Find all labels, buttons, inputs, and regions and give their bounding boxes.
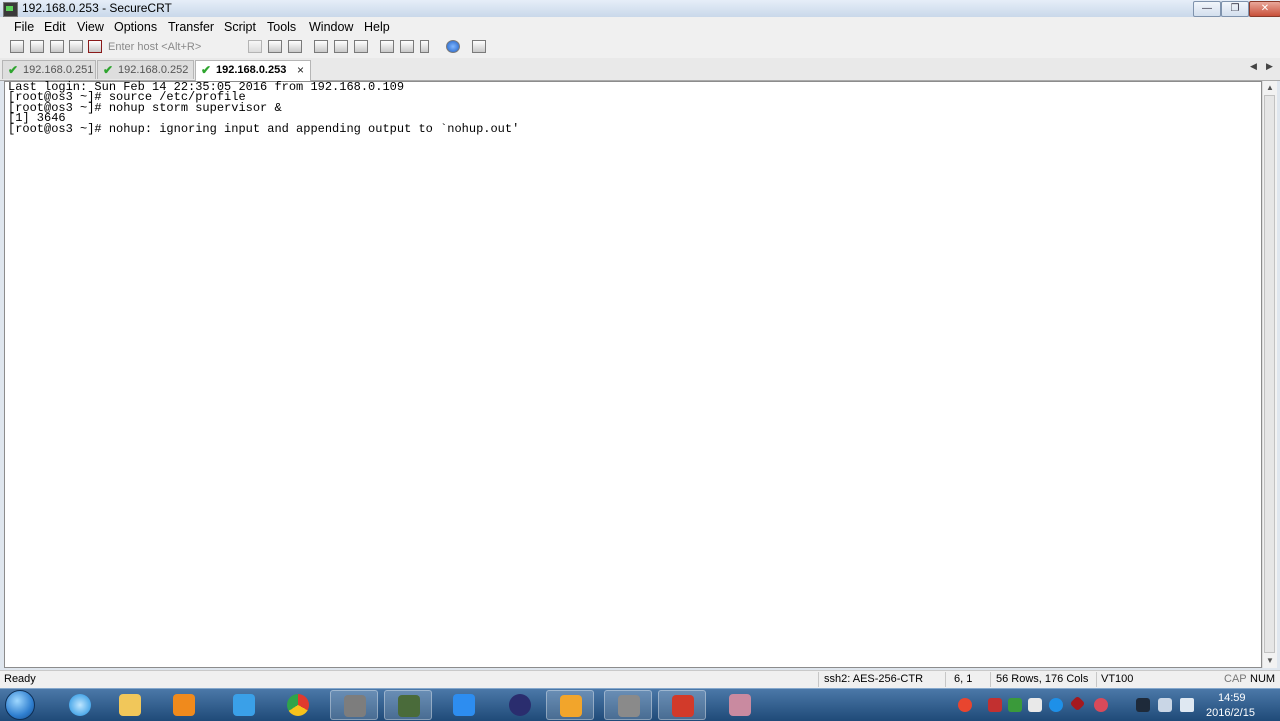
terminal-line: [root@os3 ~]# nohup: ignoring input and … — [8, 121, 520, 136]
taskbar-adobe-reader[interactable] — [658, 690, 706, 720]
copy-icon[interactable] — [248, 40, 262, 53]
status-emulation: VT100 — [1101, 673, 1134, 685]
tab-192-168-0-252[interactable]: ✔ 192.168.0.252 — [97, 60, 194, 79]
taskbar-file-explorer[interactable] — [106, 690, 154, 720]
taskbar-media-player[interactable] — [160, 690, 208, 720]
volume-icon[interactable] — [1180, 698, 1194, 712]
status-ready: Ready — [4, 673, 36, 685]
tab-scroll-right-icon[interactable]: ▶ — [1266, 61, 1273, 72]
menu-help[interactable]: Help — [364, 20, 390, 34]
title-bar: 192.168.0.253 - SecureCRT — ❐ ✕ — [0, 0, 1280, 18]
menu-options[interactable]: Options — [114, 20, 157, 34]
antivirus-icon[interactable] — [1069, 695, 1086, 712]
vertical-scrollbar[interactable]: ▲ ▼ — [1262, 81, 1277, 668]
tab-close-icon[interactable]: × — [297, 61, 304, 80]
paste-icon[interactable] — [268, 40, 282, 53]
session-options-icon[interactable] — [380, 40, 394, 53]
menu-view[interactable]: View — [77, 20, 104, 34]
minimize-button[interactable]: — — [1193, 1, 1221, 17]
tab-label: 192.168.0.252 — [118, 64, 189, 76]
menu-window[interactable]: Window — [309, 20, 353, 34]
menu-script[interactable]: Script — [224, 20, 256, 34]
securecrt-app-icon[interactable] — [3, 2, 18, 17]
taskbar-chrome[interactable] — [274, 690, 322, 720]
taskbar-notes-app[interactable] — [440, 690, 488, 720]
flower-icon[interactable] — [1094, 698, 1108, 712]
enter-host-input[interactable] — [106, 39, 240, 55]
menu-file[interactable]: File — [14, 20, 34, 34]
sftp-icon[interactable] — [472, 40, 486, 53]
tray-app-icon[interactable] — [988, 698, 1002, 712]
taskbar-eclipse[interactable] — [496, 690, 544, 720]
print-selection-icon[interactable] — [334, 40, 348, 53]
status-encryption: ssh2: AES-256-CTR — [824, 673, 924, 685]
connect-tab-icon[interactable] — [50, 40, 64, 53]
start-button[interactable] — [5, 690, 35, 720]
maximize-button[interactable]: ❐ — [1221, 1, 1249, 17]
menu-tools[interactable]: Tools — [267, 20, 296, 34]
taskbar-network-tool[interactable] — [384, 690, 432, 720]
connected-check-icon: ✔ — [103, 63, 114, 77]
taskbar-virtualbox[interactable] — [546, 690, 594, 720]
global-options-icon[interactable] — [400, 40, 414, 53]
connected-check-icon: ✔ — [8, 63, 19, 77]
security-icon[interactable] — [1008, 698, 1022, 712]
network-icon[interactable] — [1158, 698, 1172, 712]
terminal-area[interactable]: Last login: Sun Feb 14 22:35:05 2016 fro… — [4, 81, 1262, 668]
tab-192-168-0-253[interactable]: ✔ 192.168.0.253 × — [195, 60, 311, 81]
window-title: 192.168.0.253 - SecureCRT — [22, 1, 172, 15]
shield-icon[interactable] — [1028, 698, 1042, 712]
help-icon[interactable] — [446, 40, 460, 53]
menu-transfer[interactable]: Transfer — [168, 20, 214, 34]
taskbar-securecrt[interactable] — [330, 690, 378, 720]
close-button[interactable]: ✕ — [1249, 1, 1280, 17]
sogou-ime-icon[interactable] — [958, 698, 972, 712]
menu-bar: File Edit View Options Transfer Script T… — [0, 17, 1280, 37]
scroll-up-icon[interactable]: ▲ — [1266, 83, 1274, 92]
keymap-icon[interactable] — [420, 40, 429, 53]
windows-taskbar: 14:59 2016/2/15 — [0, 688, 1280, 721]
scroll-thumb[interactable] — [1264, 95, 1275, 653]
terminal-output: Last login: Sun Feb 14 22:35:05 2016 fro… — [8, 81, 520, 136]
print-setup-icon[interactable] — [354, 40, 368, 53]
tab-scroll-left-icon[interactable]: ◀ — [1250, 61, 1257, 72]
tab-label: 192.168.0.253 — [216, 64, 287, 76]
scroll-down-icon[interactable]: ▼ — [1266, 656, 1274, 665]
tab-label: 192.168.0.251 — [23, 64, 94, 76]
find-icon[interactable] — [288, 40, 302, 53]
taskbar-pinned-app[interactable] — [716, 690, 764, 720]
quick-connect-icon[interactable] — [30, 40, 44, 53]
status-caps-lock: CAP — [1224, 673, 1247, 685]
status-terminal-size: 56 Rows, 176 Cols — [996, 673, 1089, 685]
menu-edit[interactable]: Edit — [44, 20, 66, 34]
status-bar: Ready ssh2: AES-256-CTR 6, 1 56 Rows, 17… — [0, 670, 1280, 689]
input-icon[interactable] — [1136, 698, 1150, 712]
reconnect-icon[interactable] — [69, 40, 83, 53]
taskbar-terminal-app[interactable] — [604, 690, 652, 720]
tab-192-168-0-251[interactable]: ✔ 192.168.0.251 — [2, 60, 96, 79]
status-cursor-position: 6, 1 — [954, 673, 973, 685]
clock-time[interactable]: 14:59 — [1218, 692, 1246, 704]
taskbar-cloud-drive[interactable] — [220, 690, 268, 720]
session-tab-bar: ✔ 192.168.0.251 ✔ 192.168.0.252 ✔ 192.16… — [0, 58, 1280, 81]
toolbar — [0, 37, 1280, 59]
status-num-lock: NUM — [1250, 673, 1276, 685]
taskbar-internet-explorer[interactable] — [56, 690, 104, 720]
disconnect-icon[interactable] — [88, 40, 102, 53]
connect-icon[interactable] — [10, 40, 24, 53]
print-icon[interactable] — [314, 40, 328, 53]
qq-icon[interactable] — [1049, 698, 1063, 712]
connected-check-icon: ✔ — [201, 63, 212, 77]
clock-date[interactable]: 2016/2/15 — [1206, 707, 1255, 719]
